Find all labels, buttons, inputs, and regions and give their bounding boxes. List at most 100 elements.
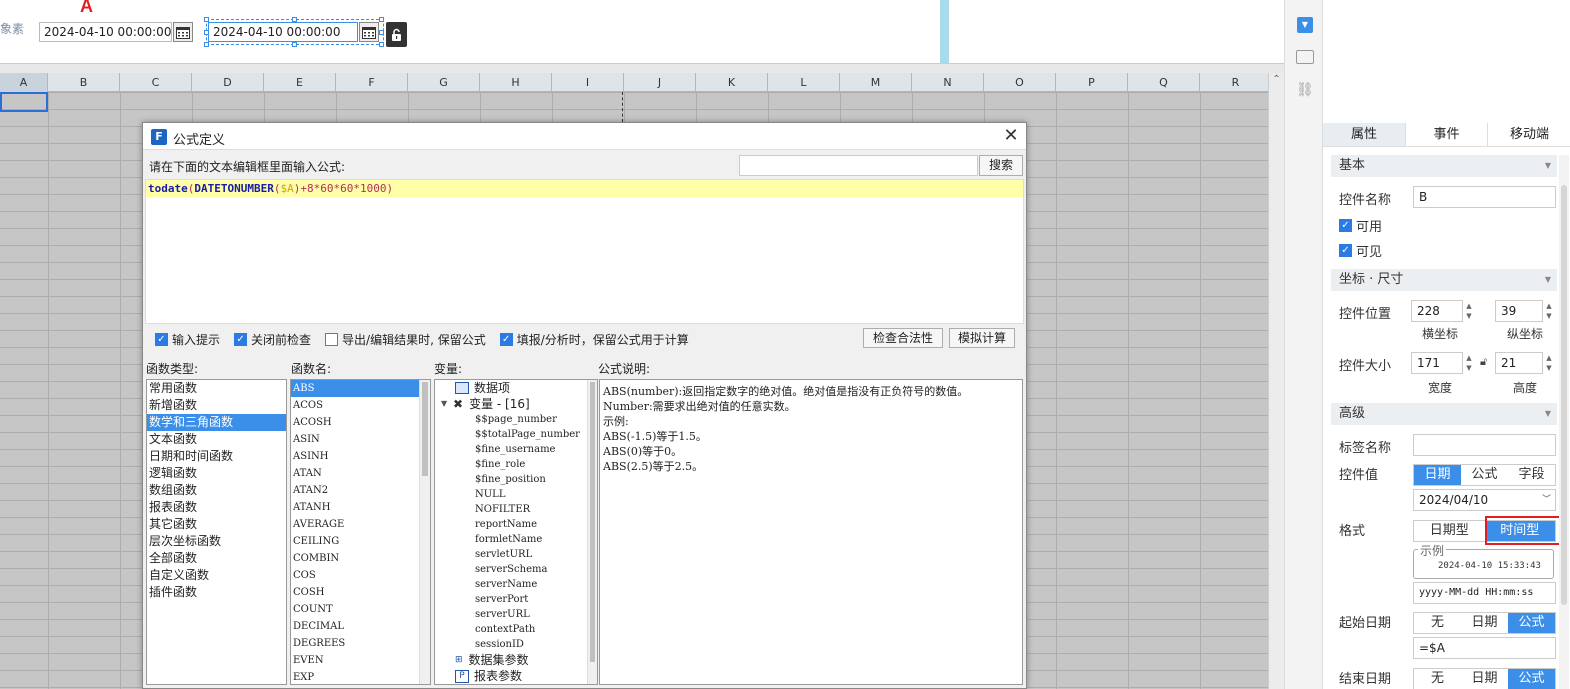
column-header-cell[interactable]: G [408, 73, 480, 92]
column-header-cell[interactable]: B [48, 73, 120, 92]
function-type-item[interactable]: 插件函数 [147, 584, 286, 601]
dialog-titlebar[interactable]: F 公式定义 ✕ [143, 123, 1026, 150]
width-input[interactable]: 171 [1411, 352, 1463, 374]
vertical-scrollbar[interactable]: ⌃ [1268, 73, 1284, 689]
variable-item[interactable]: $$page_number [475, 412, 597, 427]
height-input[interactable]: 21 [1495, 352, 1543, 374]
visible-checkbox[interactable]: ✓ 可见 [1339, 241, 1382, 260]
function-type-item[interactable]: 常用函数 [147, 380, 286, 397]
column-header-cell[interactable]: I [552, 73, 624, 92]
search-button[interactable]: 搜索 [979, 155, 1023, 176]
list-widget-icon[interactable] [1296, 50, 1314, 64]
variable-item[interactable]: NOFILTER [475, 502, 597, 517]
function-type-item[interactable]: 数学和三角函数 [147, 414, 286, 431]
close-icon[interactable]: ✕ [1001, 126, 1021, 146]
function-item[interactable]: COUNT [291, 601, 419, 618]
column-header-cell[interactable]: F [336, 73, 408, 92]
collapse-icon[interactable]: ▼ [1545, 155, 1551, 177]
option-input-hint[interactable]: ✓ 输入提示 [155, 331, 220, 348]
checkbox-icon[interactable]: ✓ [1339, 219, 1352, 232]
function-item[interactable]: ACOSH [291, 414, 419, 431]
function-item[interactable]: ASIN [291, 431, 419, 448]
resize-handle[interactable] [204, 30, 209, 35]
function-type-item[interactable]: 其它函数 [147, 516, 286, 533]
search-input[interactable] [739, 155, 978, 176]
function-type-item[interactable]: 逻辑函数 [147, 465, 286, 482]
resize-handle[interactable] [204, 17, 209, 22]
value-date-select[interactable]: 2024/04/10 ﹀ [1413, 489, 1556, 511]
chevron-down-icon[interactable]: ﹀ [1542, 490, 1551, 510]
format-pattern-input[interactable]: yyyy-MM-dd HH:mm:ss [1413, 582, 1556, 604]
start-mode-none[interactable]: 无 [1414, 613, 1461, 633]
resize-handle[interactable] [292, 17, 297, 22]
column-header-cell[interactable]: O [984, 73, 1056, 92]
collapse-icon[interactable]: ▼ [1545, 269, 1551, 291]
start-formula-input[interactable]: =$A [1413, 637, 1556, 659]
option-check-before-close[interactable]: ✓ 关闭前检查 [234, 331, 311, 348]
column-header-cell[interactable]: R [1200, 73, 1272, 92]
scroll-thumb[interactable] [1561, 185, 1567, 605]
checkbox-icon[interactable]: ✓ [155, 333, 168, 346]
scroll-up-icon[interactable]: ⌃ [1269, 73, 1284, 87]
spinner-icon[interactable]: ▲ ▼ [1463, 353, 1475, 373]
panel-scrollbar[interactable] [1559, 155, 1569, 689]
checkbox-icon[interactable] [325, 333, 339, 346]
spinner-icon[interactable]: ▲ ▼ [1543, 353, 1555, 373]
tab-mobile[interactable]: 移动端 [1487, 123, 1570, 146]
variable-item[interactable]: serverSchema [475, 562, 597, 577]
function-item[interactable]: DEGREES [291, 635, 419, 652]
date-widget-b[interactable]: 2024-04-10 00:00:00 [208, 22, 358, 42]
function-type-item[interactable]: 全部函数 [147, 550, 286, 567]
position-y-input[interactable]: 39 [1495, 300, 1543, 322]
variable-item[interactable]: $fine_position [475, 472, 597, 487]
variable-tree[interactable]: 数据项 ▼ ✖ 变量 - [16] $$page_number $$totalPa… [434, 379, 598, 685]
function-item[interactable]: ATAN2 [291, 482, 419, 499]
tree-dataset-params[interactable]: ⊞ 数据集参数 [435, 652, 597, 668]
date-widget-a[interactable]: 2024-04-10 00:00:00 [39, 22, 172, 42]
function-item[interactable]: COS [291, 567, 419, 584]
column-header-cell[interactable]: H [480, 73, 552, 92]
end-mode-formula[interactable]: 公式 [1508, 669, 1555, 689]
column-header-cell[interactable]: D [192, 73, 264, 92]
enabled-checkbox[interactable]: ✓ 可用 [1339, 216, 1382, 235]
scroll-thumb[interactable] [422, 382, 428, 476]
variable-item[interactable]: NULL [475, 487, 597, 502]
chevron-down-icon[interactable]: ▼ [441, 396, 453, 412]
function-type-list[interactable]: 常用函数 新增函数 数学和三角函数 文本函数 日期和时间函数 逻辑函数 数组函数 报表函数 其它… [146, 379, 287, 685]
function-type-item[interactable]: 报表函数 [147, 499, 286, 516]
column-header-cell[interactable]: M [840, 73, 912, 92]
variable-item[interactable]: formletName [475, 532, 597, 547]
name-input[interactable]: B [1413, 186, 1556, 208]
value-mode-date[interactable]: 日期 [1414, 465, 1461, 485]
format-mode-date[interactable]: 日期型 [1414, 521, 1485, 541]
end-mode-none[interactable]: 无 [1414, 669, 1461, 689]
column-header-cell[interactable]: L [768, 73, 840, 92]
function-type-item[interactable]: 数组函数 [147, 482, 286, 499]
spinner-icon[interactable]: ▲ ▼ [1463, 301, 1475, 321]
end-mode-date[interactable]: 日期 [1461, 669, 1508, 689]
tree-data-items[interactable]: 数据项 [435, 380, 597, 396]
variable-item[interactable]: sessionID [475, 637, 597, 652]
scroll-thumb[interactable] [590, 382, 595, 662]
column-header-cell[interactable]: C [120, 73, 192, 92]
variable-item[interactable]: $fine_role [475, 457, 597, 472]
calendar-icon[interactable] [173, 22, 193, 42]
function-type-item[interactable]: 层次坐标函数 [147, 533, 286, 550]
function-name-list[interactable]: ABS ACOS ACOSH ASIN ASINH ATAN ATAN2 ATANH AVERA… [290, 379, 431, 685]
lock-icon[interactable]: 🔓︎ [1480, 355, 1487, 369]
variable-item[interactable]: $$totalPage_number [475, 427, 597, 442]
variable-item[interactable]: serverName [475, 577, 597, 592]
function-list-scrollbar[interactable] [419, 380, 430, 684]
tab-events[interactable]: 事件 [1405, 123, 1487, 146]
spinner-icon[interactable]: ▲ ▼ [1543, 301, 1555, 321]
checkbox-icon[interactable]: ✓ [234, 333, 248, 346]
function-type-item[interactable]: 文本函数 [147, 431, 286, 448]
function-type-item[interactable]: 新增函数 [147, 397, 286, 414]
function-item[interactable]: DECIMAL [291, 618, 419, 635]
resize-handle[interactable] [379, 30, 384, 35]
variable-item[interactable]: serverURL [475, 607, 597, 622]
function-item[interactable]: ASINH [291, 448, 419, 465]
function-item[interactable]: EVEN [291, 652, 419, 669]
option-keep-formula-fill[interactable]: ✓ 填报/分析时，保留公式用于计算 [499, 331, 689, 348]
variable-item[interactable]: contextPath [475, 622, 597, 637]
